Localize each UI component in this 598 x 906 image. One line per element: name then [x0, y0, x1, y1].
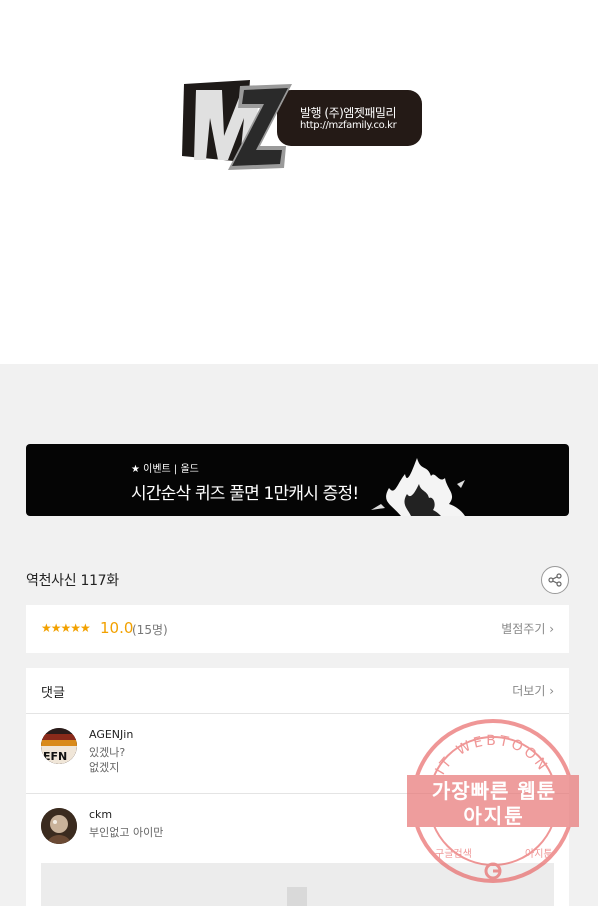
comment-username[interactable]: AGENJin [89, 728, 133, 741]
avatar[interactable] [41, 808, 77, 844]
comment-text-line: 부인없고 아이만 [89, 826, 164, 839]
comment-username[interactable]: ckm [89, 808, 112, 821]
watermark-line2: 아지툰 [463, 804, 525, 828]
share-button[interactable] [541, 566, 569, 594]
comments-more-link[interactable]: 더보기 › [512, 682, 554, 699]
flame-illustration [371, 458, 465, 516]
comments-header: 댓글 더보기 › [26, 668, 569, 714]
svg-text:EFN: EFN [43, 750, 67, 763]
placeholder-icon [287, 887, 307, 906]
event-banner[interactable]: ★ 이벤트 | 올드 시간순삭 퀴즈 풀면 1만캐시 증정! [26, 444, 569, 516]
rate-button[interactable]: 별점주기 › [501, 620, 554, 637]
comments-title: 댓글 [41, 686, 65, 701]
avatar[interactable]: EFN [41, 728, 77, 764]
episode-title: 역천사신 117화 [26, 573, 119, 589]
rating-score: 10.0 [100, 619, 134, 637]
comment-text-line: 없겠지 [89, 761, 120, 774]
share-icon [548, 573, 562, 587]
publisher-name: 발행 (주)엠젯패밀리 [300, 106, 397, 120]
comment-text-line: 있겠나? [89, 746, 126, 759]
rating-stars: ★★★★★ [41, 621, 91, 635]
publisher-area: 발행 (주)엠젯패밀리 http://mzfamily.co.kr [0, 0, 598, 364]
watermark-bottom-right: 아지툰 [525, 848, 553, 860]
watermark-bottom-left: 구글검색 [435, 848, 472, 860]
publisher-url: http://mzfamily.co.kr [300, 120, 397, 131]
rating-box: ★★★★★ 10.0 (15명) 별점주기 › [26, 605, 569, 653]
banner-tag: ★ 이벤트 | 올드 [131, 464, 199, 475]
banner-headline: 시간순삭 퀴즈 풀면 1만캐시 증정! [131, 484, 359, 504]
rating-count: (15명) [132, 623, 168, 637]
